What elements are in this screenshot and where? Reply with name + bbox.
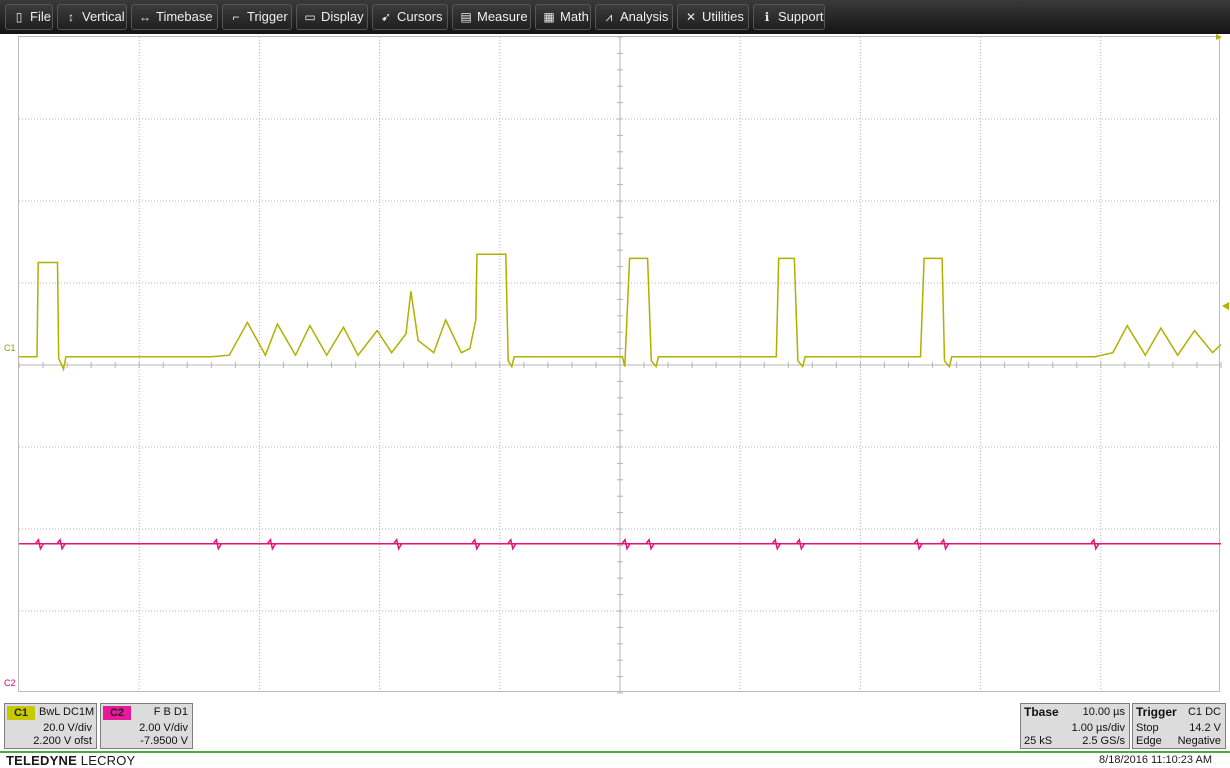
waveform-grid[interactable] — [18, 34, 1229, 694]
menu-trigger-label: Trigger — [247, 9, 288, 24]
trigger-slope: Negative — [1177, 735, 1221, 747]
cursor-arrow-icon: ➹ — [380, 10, 392, 24]
trigger-source: C1 DC — [1187, 706, 1221, 718]
c2-ground-marker[interactable]: C2 — [4, 678, 16, 688]
menu-math-button[interactable]: ▦ Math — [535, 4, 591, 30]
timebase-scale: 1.00 µs/div — [1071, 722, 1125, 734]
menu-analysis-label: Analysis — [620, 9, 669, 24]
c1-offset: 2.200 V ofst — [33, 735, 92, 747]
footer-divider — [0, 751, 1230, 753]
menu-measure-label: Measure — [477, 9, 528, 24]
menu-cursors-button[interactable]: ➹ Cursors — [372, 4, 448, 30]
c2-offset: -7.9500 V — [140, 735, 188, 747]
calculator-icon: ▦ — [543, 10, 555, 24]
menu-support-label: Support — [778, 9, 824, 24]
c2-badge: C2 — [103, 706, 131, 720]
monitor-icon: ▭ — [304, 10, 316, 24]
timestamp: 8/18/2016 11:10:23 AM — [1099, 754, 1212, 766]
c2-descriptor-box[interactable]: C2 F B D1 2.00 V/div -7.9500 V — [100, 703, 193, 749]
trigger-delay-marker — [1216, 34, 1222, 40]
menu-math-label: Math — [560, 9, 589, 24]
document-icon: ▤ — [460, 10, 472, 24]
menu-display-button[interactable]: ▭ Display — [296, 4, 368, 30]
c2-scale: 2.00 V/div — [139, 722, 188, 734]
c2-coupling: F B D1 — [153, 706, 188, 718]
c1-coupling: BwL DC1M — [39, 706, 95, 718]
menu-timebase-label: Timebase — [156, 9, 213, 24]
c1-badge: C1 — [7, 706, 35, 720]
menu-timebase-button[interactable]: ↔ Timebase — [131, 4, 218, 30]
scope-display — [18, 34, 1229, 694]
tools-icon: ✕ — [685, 10, 697, 24]
trigger-descriptor-box[interactable]: Trigger C1 DC Stop 14.2 V Edge Negative — [1132, 703, 1226, 749]
c1-ground-marker[interactable]: C1 — [4, 343, 16, 353]
c1-scale: 20.0 V/div — [43, 722, 92, 734]
menu-file-button[interactable]: ▯ File — [5, 4, 53, 30]
menu-vertical-button[interactable]: ↕ Vertical — [57, 4, 127, 30]
timebase-descriptor-box[interactable]: Tbase 10.00 µs 1.00 µs/div 25 kS 2.5 GS/… — [1020, 703, 1130, 749]
menu-trigger-button[interactable]: ⌐ Trigger — [222, 4, 292, 30]
brand-logo: TELEDYNE LECROY — [6, 753, 135, 768]
menu-display-label: Display — [321, 9, 364, 24]
brand-bold: TELEDYNE — [6, 753, 77, 768]
chart-icon: ⩘ — [605, 10, 613, 24]
info-icon: ℹ — [764, 10, 770, 24]
trigger-level: 14.2 V — [1189, 722, 1221, 734]
trigger-flag-icon: ⌐ — [232, 10, 240, 24]
horizontal-arrows-icon: ↔ — [139, 10, 151, 24]
trigger-level-marker — [1222, 301, 1229, 310]
brand-rest: LECROY — [76, 753, 136, 768]
timebase-rate: 2.5 GS/s — [1082, 735, 1125, 747]
menu-utilities-label: Utilities — [702, 9, 744, 24]
menu-analysis-button[interactable]: ⩘ Analysis — [595, 4, 673, 30]
menu-bar: ▯ File ↕ Vertical ↔ Timebase ⌐ Trigger ▭ Display ➹… — [0, 0, 1230, 34]
c1-descriptor-box[interactable]: C1 BwL DC1M 20.0 V/div 2.200 V ofst — [4, 703, 97, 749]
vertical-arrows-icon: ↕ — [68, 10, 74, 24]
menu-utilities-button[interactable]: ✕ Utilities — [677, 4, 749, 30]
menu-vertical-label: Vertical — [82, 9, 125, 24]
menu-cursors-label: Cursors — [397, 9, 443, 24]
menu-measure-button[interactable]: ▤ Measure — [452, 4, 531, 30]
menu-support-button[interactable]: ℹ Support — [753, 4, 825, 30]
timebase-delay: 10.00 µs — [1082, 706, 1125, 718]
clipboard-icon: ▯ — [15, 10, 23, 24]
menu-file-label: File — [30, 9, 51, 24]
